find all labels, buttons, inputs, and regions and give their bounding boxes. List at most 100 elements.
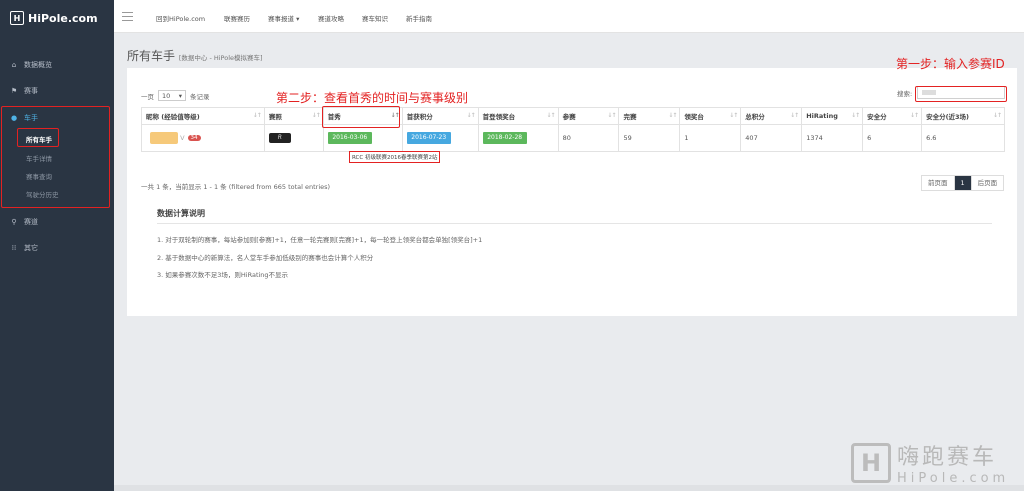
page-title-text: 所有车手 [127,49,176,63]
topnav-league-calendar[interactable]: 联赛赛历 [224,13,250,23]
sort-icon: ↓↑ [252,112,262,119]
col-header-podiums[interactable]: 领奖台 ↓↑ [679,107,742,125]
driver-name-suffix: V [180,134,185,142]
annotation-step1: 第一步：输入参赛ID [896,57,1005,71]
flag-icon: ⚑ [10,87,18,95]
topnav-beginner-guide[interactable]: 新手指南 [406,13,432,23]
sidebar-item-other[interactable]: ⁞⁞ 其它 [10,243,38,253]
annotation-box-all-drivers [17,128,59,147]
col-header-first-podium[interactable]: 首登领奖台 ↓↑ [477,107,559,125]
page-length-prefix: 一页 [141,92,154,101]
col-header-label: 领奖台 [684,113,704,121]
brand-name: HiPole.com [28,11,98,25]
divider [157,223,992,224]
hipole-logo-icon: H [10,11,24,25]
drivers-panel: 一页 10 ▾ 条记录 搜索: 昵称 (经验值等级) ↓↑ 赛照 ↓↑ 首秀 ↓↑ 首… [127,68,1017,316]
col-header-safety[interactable]: 安全分 ↓↑ [862,107,923,125]
level-badge: 34 [187,135,201,141]
sort-icon: ↓↑ [466,112,476,119]
sort-icon: ↓↑ [729,112,738,119]
page-length-control: 一页 10 ▾ 条记录 [141,90,210,101]
cell-starts: 80 [557,124,620,152]
col-header-label: 安全分(近3场) [926,113,970,121]
prev-page-button[interactable]: 前页面 [922,176,955,190]
topnav-home[interactable]: 回到HiPole.com [156,13,205,23]
sort-icon: ↓↑ [851,112,860,119]
sort-icon: ↓↑ [546,112,556,119]
col-header-label: HiRating [806,112,838,120]
col-header-finishes[interactable]: 完赛 ↓↑ [618,107,681,125]
cell-total-points: 407 [740,124,803,152]
sort-icon: ↓↑ [992,112,1002,119]
col-header-label: 总积分 [745,113,765,121]
brand[interactable]: H HiPole.com [0,0,114,36]
pagination: 前页面 1 后页面 [921,175,1005,191]
chevron-down-icon: ▾ [178,91,182,100]
search-label: 搜索: [897,90,913,98]
page-length-value: 10 [162,91,171,100]
col-header-first-points[interactable]: 首获积分 ↓↑ [401,107,479,125]
sidebar-item-overview[interactable]: ⌂ 数据概览 [10,60,52,70]
table-info: 一共 1 条，当前显示 1 - 1 条 (filtered from 665 t… [141,183,331,191]
page-subtitle: [数据中心 - HiPole模拟赛车] [178,54,263,62]
cell-first-podium: 2018-02-28 [477,124,559,152]
cell-safety: 6 [862,124,923,152]
table-header-row: 昵称 (经验值等级) ↓↑ 赛照 ↓↑ 首秀 ↓↑ 首获积分 ↓↑ 首登领奖台 ↓↑ 参赛… [141,107,1005,125]
sort-icon: ↓↑ [311,112,321,119]
first-points-date-chip[interactable]: 2016-07-23 [406,132,451,144]
topnav-event-reports[interactable]: 赛事报道 ▾ [268,13,299,23]
debut-date-chip[interactable]: 2016-03-06 [327,132,372,144]
sort-icon: ↓↑ [607,112,616,119]
sidebar-item-events[interactable]: ⚑ 赛事 [10,86,38,96]
car-license-image: R [268,133,291,143]
calc-note-item: 1. 对于双轮制的赛事，每站参加则[参赛]+1，任意一轮完赛则[完赛]+1，每一… [157,236,483,244]
hipole-watermark-icon: H [851,442,891,483]
topnav-track-guides[interactable]: 赛道攻略 [318,13,344,23]
topnav-racing-knowledge[interactable]: 赛车知识 [362,13,388,23]
next-page-button[interactable]: 后页面 [972,176,1004,190]
col-header-label: 赛照 [268,113,282,121]
sidebar: H HiPole.com ⌂ 数据概览 ⚑ 赛事 ● 车手 所有车手 车手详情 … [0,0,114,491]
cell-podiums: 1 [679,124,742,152]
page-length-suffix: 条记录 [190,92,210,101]
sidebar-item-tracks[interactable]: ⚲ 赛道 [10,217,38,227]
col-header-label: 首获积分 [406,113,433,121]
annotation-box-debut-header [322,106,400,128]
watermark-en: HiPole.com [897,471,1010,486]
cell-nickname: V 34 [141,124,265,152]
calc-note-item: 3. 如果参赛次数不足3场，则HiRating不显示 [157,271,289,279]
driver-name-redacted[interactable] [150,132,178,144]
calc-notes-title: 数据计算说明 [157,209,205,218]
first-podium-date-chip[interactable]: 2018-02-28 [482,132,527,144]
cell-safety-recent: 6.6 [921,124,1005,152]
sort-icon: ↓↑ [910,112,919,119]
sort-icon: ↓↑ [668,112,677,119]
col-header-label: 完赛 [623,113,637,121]
cell-finishes: 59 [618,124,681,152]
col-header-starts[interactable]: 参赛 ↓↑ [557,107,620,125]
annotation-box-drivers-menu [1,106,110,208]
cell-hirating: 1374 [801,124,864,152]
annotation-box-search [915,86,1007,102]
col-header-label: 参赛 [562,113,576,121]
grid-icon: ⁞⁞ [11,244,17,252]
col-header-hirating[interactable]: HiRating ↓↑ [801,107,864,125]
watermark: H 嗨跑赛车 HiPole.com [851,439,1009,486]
page-length-select[interactable]: 10 ▾ [158,90,186,101]
calc-note-item: 2. 基于数据中心的新算法，名人堂车手参加低级别的赛事也会计算个人积分 [157,254,374,262]
drivers-table: 昵称 (经验值等级) ↓↑ 赛照 ↓↑ 首秀 ↓↑ 首获积分 ↓↑ 首登领奖台 ↓↑ 参赛… [141,107,1005,152]
page-1-button[interactable]: 1 [954,176,972,190]
cell-license: R [263,124,324,152]
col-header-license[interactable]: 赛照 ↓↑ [263,107,324,125]
sidebar-item-label: 其它 [24,244,38,252]
col-header-nickname[interactable]: 昵称 (经验值等级) ↓↑ [141,107,265,125]
watermark-cn: 嗨跑赛车 [897,445,998,470]
table-row: V 34 R 2016-03-06 2016-07-23 2018-02-28 8… [141,124,1005,152]
watermark-text: 嗨跑赛车 HiPole.com [897,439,1009,486]
col-header-safety-recent[interactable]: 安全分(近3场) ↓↑ [921,107,1005,125]
col-header-total-points[interactable]: 总积分 ↓↑ [740,107,803,125]
menu-toggle-icon[interactable] [122,12,133,23]
col-header-label: 昵称 (经验值等级) [146,113,200,121]
sidebar-item-label: 赛道 [24,218,38,226]
cell-debut: 2016-03-06 [322,124,403,152]
